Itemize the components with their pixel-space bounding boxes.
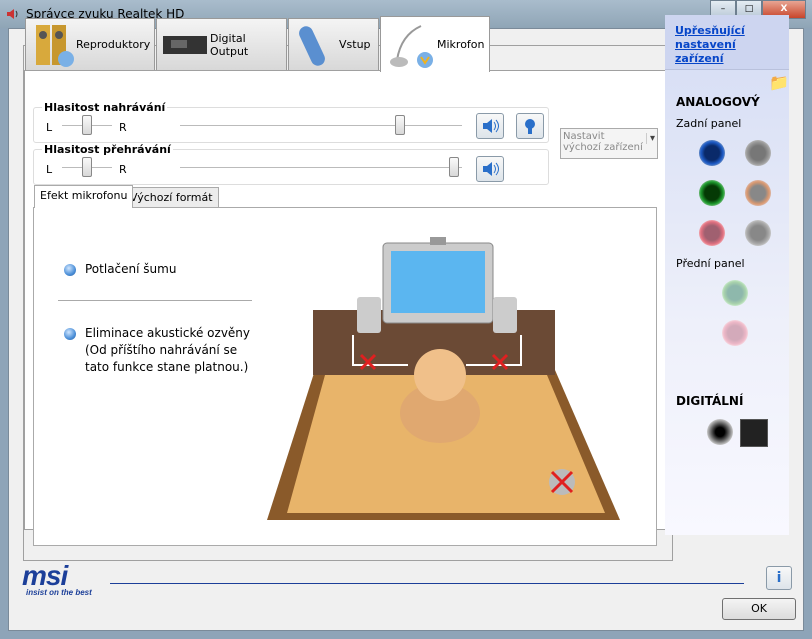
playback-volume-label: Hlasitost přehrávání xyxy=(42,143,173,156)
ok-button[interactable]: OK xyxy=(722,598,796,620)
tab-vstup[interactable]: Vstup xyxy=(288,18,379,70)
front-jack-green[interactable] xyxy=(722,280,748,306)
right-label: R xyxy=(119,121,127,134)
optical-jack[interactable] xyxy=(740,419,768,447)
divider xyxy=(58,300,252,301)
playback-volume-slider[interactable] xyxy=(449,157,459,177)
mic-settings-icon xyxy=(525,119,535,134)
recording-volume-label: Hlasitost nahrávání xyxy=(42,101,168,114)
jack-green[interactable] xyxy=(699,180,725,206)
tab-label: Vstup xyxy=(339,38,371,51)
connector-sidebar: Upřesňující nastavení zařízení 📁 ANALOGO… xyxy=(665,15,789,535)
recording-mute-button[interactable] xyxy=(476,113,504,139)
advanced-settings-area: Upřesňující nastavení zařízení xyxy=(665,15,789,70)
noise-suppression-label: Potlačení šumu xyxy=(85,262,177,276)
echo-note: (Od příštího nahrávání se xyxy=(85,343,238,357)
tab-mikrofon[interactable]: Mikrofon xyxy=(380,16,490,72)
volume-track xyxy=(180,167,462,169)
msi-tagline: insist on the best xyxy=(26,588,92,597)
jack-orange[interactable] xyxy=(745,180,771,206)
right-label: R xyxy=(119,163,127,176)
receiver-icon xyxy=(163,35,207,54)
mic-boost-button[interactable] xyxy=(516,113,544,139)
recording-volume-slider[interactable] xyxy=(395,115,405,135)
tab-label: Mikrofon xyxy=(437,38,485,51)
echo-cancellation-text: Eliminace akustické ozvěny (Od příštího … xyxy=(85,325,250,376)
front-panel-label: Přední panel xyxy=(676,257,745,270)
subtab-mic-effect[interactable]: Efekt mikrofonu xyxy=(34,185,134,208)
tab-reproduktory[interactable]: Reproduktory xyxy=(25,18,155,70)
echo-note: tato funkce stane platnou.) xyxy=(85,360,249,374)
info-button[interactable]: i xyxy=(766,566,792,590)
line-in-icon xyxy=(299,25,325,66)
rear-panel-label: Zadní panel xyxy=(676,117,742,130)
front-jack-pink[interactable] xyxy=(722,320,748,346)
jack-pink[interactable] xyxy=(699,220,725,246)
dropdown-text: výchozí zařízení xyxy=(563,142,643,153)
set-default-device-dropdown[interactable]: Nastavit výchozí zařízení ▾ xyxy=(560,128,658,159)
advanced-settings-link[interactable]: Upřesňující xyxy=(675,24,779,38)
jack-blue[interactable] xyxy=(699,140,725,166)
advanced-settings-link[interactable]: nastavení zařízení xyxy=(675,38,779,66)
brand-line xyxy=(110,583,744,584)
microphone-icon xyxy=(390,24,433,68)
analog-heading: ANALOGOVÝ xyxy=(676,95,760,109)
noise-suppression-toggle[interactable] xyxy=(64,264,76,276)
folder-icon[interactable]: 📁 xyxy=(769,73,789,92)
left-label: L xyxy=(46,163,53,176)
room-illustration xyxy=(267,237,620,520)
info-icon: i xyxy=(776,570,782,586)
tab-digital-output[interactable]: Digital Output xyxy=(156,18,287,70)
jack-gray[interactable] xyxy=(745,140,771,166)
jack-gray[interactable] xyxy=(745,220,771,246)
speaker-volume-icon xyxy=(483,162,499,176)
recording-volume-group: Hlasitost nahrávání L R xyxy=(33,101,549,143)
echo-cancellation-toggle[interactable] xyxy=(64,328,76,340)
dropdown-text: Nastavit xyxy=(563,131,605,142)
tab-label: Reproduktory xyxy=(76,38,151,51)
coaxial-jack[interactable] xyxy=(707,419,733,445)
chevron-down-icon: ▾ xyxy=(645,133,655,144)
speaker-volume-icon xyxy=(483,119,499,133)
volume-track xyxy=(180,125,462,127)
digital-heading: DIGITÁLNÍ xyxy=(676,394,744,408)
speaker-icon xyxy=(7,9,18,19)
playback-mute-button[interactable] xyxy=(476,156,504,182)
left-label: L xyxy=(46,121,53,134)
playback-volume-group: Hlasitost přehrávání L R xyxy=(33,143,549,185)
echo-cancellation-label: Eliminace akustické ozvěny xyxy=(85,326,251,340)
subtab-default-format[interactable]: Výchozí formát xyxy=(124,187,219,208)
speakers-icon xyxy=(36,24,74,67)
recording-balance-slider[interactable] xyxy=(82,115,92,135)
playback-balance-slider[interactable] xyxy=(82,157,92,177)
tab-label: Digital Output xyxy=(210,31,249,58)
